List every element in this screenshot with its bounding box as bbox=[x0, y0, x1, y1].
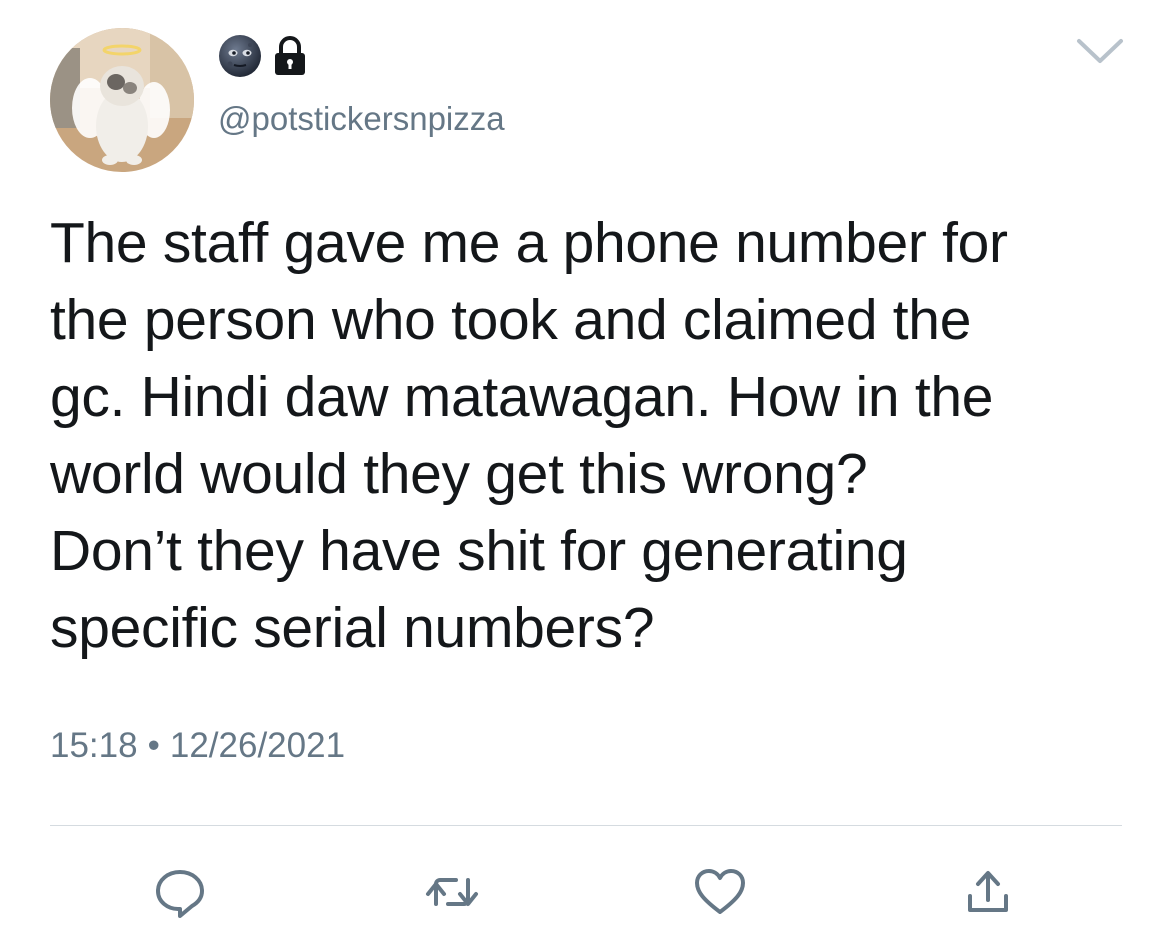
share-button[interactable] bbox=[958, 862, 1018, 922]
lock-icon bbox=[275, 36, 305, 75]
avatar[interactable] bbox=[50, 28, 194, 172]
tweet-time: 15:18 bbox=[50, 726, 138, 765]
retweet-icon bbox=[426, 878, 478, 906]
reply-button[interactable] bbox=[150, 862, 210, 922]
like-icon bbox=[695, 869, 745, 914]
divider bbox=[50, 825, 1122, 826]
avatar-image bbox=[50, 28, 194, 172]
user-handle[interactable]: @potstickersnpizza bbox=[218, 100, 505, 138]
meta-separator: • bbox=[147, 726, 160, 765]
tweet-text: The staff gave me a phone number for the… bbox=[50, 211, 1008, 660]
tweet-timestamp[interactable]: 15:18 • 12/26/2021 bbox=[50, 726, 345, 766]
reply-icon bbox=[156, 870, 204, 918]
share-icon bbox=[968, 871, 1008, 912]
tweet-date: 12/26/2021 bbox=[169, 726, 346, 765]
like-button[interactable] bbox=[690, 862, 750, 922]
display-name bbox=[218, 34, 308, 78]
new-moon-face-icon bbox=[219, 35, 261, 77]
chevron-down-icon bbox=[1077, 39, 1123, 63]
retweet-button[interactable] bbox=[422, 862, 482, 922]
more-options-button[interactable] bbox=[1075, 35, 1125, 67]
